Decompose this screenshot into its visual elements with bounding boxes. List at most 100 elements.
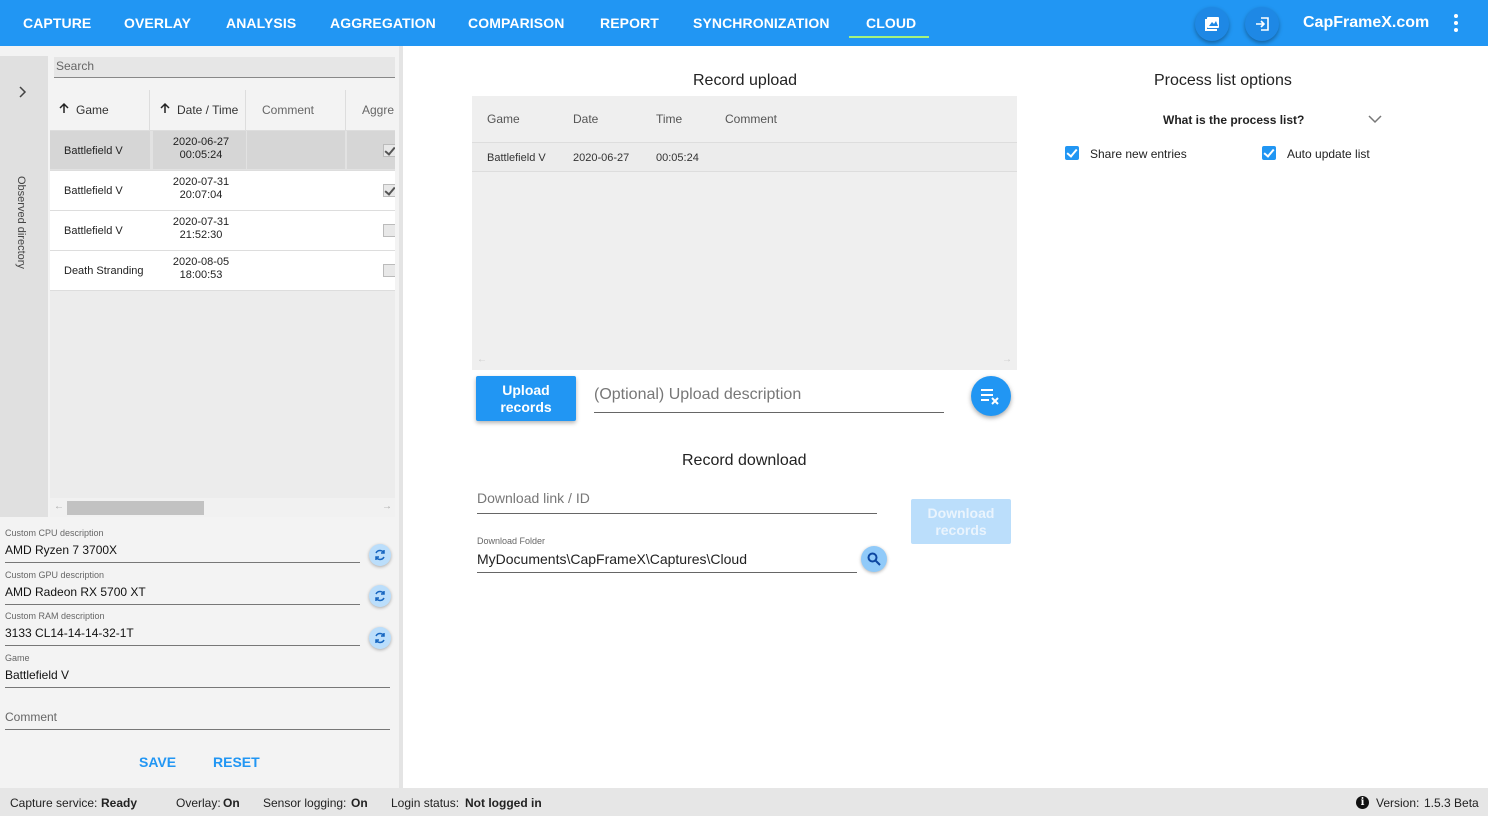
records-grid: Game Date / Time Comment Aggre Battlefie… xyxy=(50,90,395,517)
nav-tab-synchronization[interactable]: SYNCHRONIZATION xyxy=(693,0,830,46)
download-folder-field[interactable]: MyDocuments\CapFrameX\Captures\Cloud xyxy=(477,551,857,573)
info-icon[interactable]: i xyxy=(1356,796,1369,809)
table-row[interactable]: Battlefield V 2020-07-31 21:52:30 xyxy=(50,211,395,251)
cpu-description-field[interactable]: Custom CPU description AMD Ryzen 7 3700X xyxy=(5,528,360,563)
nav-tab-overlay[interactable]: OVERLAY xyxy=(124,0,191,46)
aggregation-checkbox[interactable] xyxy=(383,144,395,157)
row-game: Battlefield V xyxy=(64,225,123,237)
upload-column-date[interactable]: Date xyxy=(573,96,598,142)
browse-folder-button[interactable] xyxy=(861,546,887,572)
refresh-cpu-button[interactable] xyxy=(369,544,391,566)
capture-service-status: Ready xyxy=(101,796,138,810)
status-bar: Capture service: Ready Overlay: On Senso… xyxy=(0,788,1488,816)
brand-link[interactable]: CapFrameX.com xyxy=(1303,14,1429,32)
ram-description-field[interactable]: Custom RAM description 3133 CL14-14-14-3… xyxy=(5,611,360,646)
sensor-logging-label: Sensor logging: xyxy=(263,796,347,810)
column-header-comment[interactable]: Comment xyxy=(247,90,346,131)
upload-column-game[interactable]: Game xyxy=(487,96,520,142)
chevron-right-icon[interactable] xyxy=(17,86,29,98)
scroll-left-icon[interactable]: ← xyxy=(54,501,64,512)
table-row[interactable]: Battlefield V 2020-06-27 00:05:24 xyxy=(50,131,395,171)
refresh-icon xyxy=(375,549,385,561)
sort-up-icon xyxy=(159,90,171,131)
row-date-time: 2020-08-05 18:00:53 xyxy=(172,256,230,281)
auto-update-list-label: Auto update list xyxy=(1287,147,1370,161)
column-header-aggregation[interactable]: Aggre xyxy=(347,90,395,131)
aggregation-checkbox[interactable] xyxy=(383,224,395,237)
row-date-time: 2020-07-31 21:52:30 xyxy=(172,216,230,241)
scrollbar-thumb[interactable] xyxy=(67,501,204,515)
record-details-panel: Custom CPU description AMD Ryzen 7 3700X… xyxy=(0,522,399,788)
more-vert-icon[interactable] xyxy=(1446,12,1466,34)
table-row[interactable]: Battlefield V 2020-06-27 00:05:24 xyxy=(472,142,1017,172)
refresh-ram-button[interactable] xyxy=(369,627,391,649)
upload-description-input[interactable]: (Optional) Upload description xyxy=(594,386,944,413)
gpu-description-field[interactable]: Custom GPU description AMD Radeon RX 570… xyxy=(5,570,360,605)
clear-list-icon xyxy=(981,389,999,405)
overlay-label: Overlay: xyxy=(176,796,221,810)
comment-field[interactable]: Comment xyxy=(5,710,390,730)
row-game: Battlefield V xyxy=(64,185,123,197)
process-list-expander[interactable]: What is the process list? xyxy=(1163,113,1304,127)
auto-update-list-checkbox[interactable] xyxy=(1262,146,1276,160)
nav-tab-aggregation[interactable]: AGGREGATION xyxy=(330,0,436,46)
nav-tab-analysis[interactable]: ANALYSIS xyxy=(226,0,296,46)
nav-tab-cloud[interactable]: CLOUD xyxy=(866,0,916,46)
share-new-entries-checkbox[interactable] xyxy=(1065,146,1079,160)
version-value: 1.5.3 Beta xyxy=(1424,796,1479,810)
table-row[interactable]: Death Stranding 2020-08-05 18:00:53 xyxy=(50,251,395,291)
record-download-title: Record download xyxy=(682,452,807,469)
active-tab-indicator xyxy=(849,36,929,38)
capture-service-label: Capture service: xyxy=(10,796,98,810)
upload-records-table: Game Date Time Comment Battlefield V 202… xyxy=(472,96,1017,370)
scroll-right-icon[interactable]: → xyxy=(1002,354,1012,365)
row-game: Battlefield V xyxy=(64,145,123,157)
nav-tab-comparison[interactable]: COMPARISON xyxy=(468,0,564,46)
column-header-game[interactable]: Game xyxy=(50,90,150,131)
table-row[interactable]: Battlefield V 2020-07-31 20:07:04 xyxy=(50,171,395,211)
scroll-left-icon[interactable]: ← xyxy=(477,354,487,365)
download-records-button[interactable]: Download records xyxy=(911,499,1011,544)
column-header-date-time[interactable]: Date / Time xyxy=(151,90,246,131)
refresh-icon xyxy=(375,632,385,644)
version-label: Version: xyxy=(1376,796,1420,810)
observed-directory-label: Observed directory xyxy=(15,176,27,269)
reset-button[interactable]: RESET xyxy=(213,754,260,770)
sensor-logging-status: On xyxy=(351,796,368,810)
grid-header: Game Date / Time Comment Aggre xyxy=(50,90,395,131)
search-input[interactable]: Search xyxy=(54,57,395,78)
grid-horizontal-scrollbar[interactable]: ← → xyxy=(50,498,395,517)
observed-directory-rail[interactable]: Observed directory xyxy=(0,56,48,517)
record-upload-title: Record upload xyxy=(693,72,798,89)
refresh-icon xyxy=(375,590,385,602)
upload-column-comment[interactable]: Comment xyxy=(725,96,777,142)
chevron-down-icon[interactable] xyxy=(1368,114,1382,124)
refresh-gpu-button[interactable] xyxy=(369,585,391,607)
upload-records-button[interactable]: Upload records xyxy=(476,376,576,421)
screenshot-icon xyxy=(1205,17,1219,31)
nav-tab-capture[interactable]: CAPTURE xyxy=(23,0,91,46)
sort-up-icon xyxy=(58,90,70,131)
login-status-label: Login status: xyxy=(391,796,460,810)
game-field[interactable]: Game Battlefield V xyxy=(5,653,390,688)
clear-upload-list-button[interactable] xyxy=(971,376,1011,416)
row-date-time: 2020-07-31 20:07:04 xyxy=(172,176,230,201)
login-icon xyxy=(1256,17,1269,31)
row-date-time: 2020-06-27 00:05:24 xyxy=(172,136,230,161)
upload-column-time[interactable]: Time xyxy=(656,96,682,142)
row-game: Death Stranding xyxy=(64,265,144,277)
process-list-title: Process list options xyxy=(1154,72,1292,89)
search-icon xyxy=(867,552,881,566)
login-button[interactable] xyxy=(1245,7,1279,41)
nav-tab-report[interactable]: REPORT xyxy=(600,0,659,46)
download-link-input[interactable]: Download link / ID xyxy=(477,490,877,514)
overlay-status: On xyxy=(223,796,240,810)
aggregation-checkbox[interactable] xyxy=(383,184,395,197)
screenshot-button[interactable] xyxy=(1195,7,1229,41)
download-folder-label: Download Folder xyxy=(477,536,546,546)
login-status-value: Not logged in xyxy=(465,796,542,810)
scroll-right-icon[interactable]: → xyxy=(382,501,392,512)
share-new-entries-label: Share new entries xyxy=(1090,147,1187,161)
save-button[interactable]: SAVE xyxy=(139,754,176,770)
aggregation-checkbox[interactable] xyxy=(383,264,395,277)
